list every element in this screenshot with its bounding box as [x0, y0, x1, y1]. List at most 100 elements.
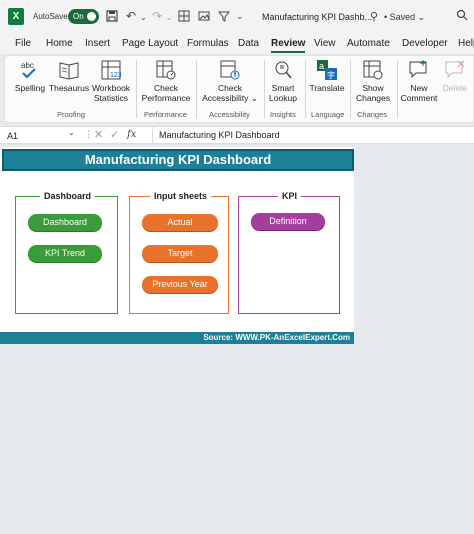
dashboard-sheet: Manufacturing KPI Dashboard Dashboard Da… [0, 147, 354, 344]
target-button[interactable]: Target [142, 245, 218, 262]
delete-label: Delete [442, 83, 468, 93]
tab-page-layout[interactable]: Page Layout [122, 38, 178, 49]
check-performance-label-2: Performance [141, 93, 191, 103]
actual-button[interactable]: Actual [142, 214, 218, 231]
delete-comment-button[interactable]: Delete [439, 59, 471, 93]
search-icon[interactable] [456, 9, 468, 24]
menu-bar: File Home Insert Page Layout Formulas Da… [0, 34, 474, 54]
check-accessibility-label-2: Accessibility ⌄ [202, 93, 258, 103]
changes-group-label: Changes [357, 110, 388, 119]
source-footer: Source: WWW.PK-AnExcelExpert.Com [0, 332, 354, 344]
tab-developer[interactable]: Developer [402, 38, 448, 49]
document-title[interactable]: Manufacturing KPI Dashb... [262, 12, 372, 22]
excel-logo-icon: X [8, 8, 24, 25]
tab-review[interactable]: Review [271, 38, 306, 53]
tab-home[interactable]: Home [46, 38, 73, 49]
accessibility-icon [199, 59, 261, 81]
language-group-label: Language [311, 110, 345, 119]
show-changes-icon [353, 59, 393, 81]
delete-comment-icon [439, 59, 471, 81]
separator [350, 60, 351, 118]
proofing-group-label: Proofing [57, 110, 85, 119]
separator [196, 60, 197, 118]
separator [397, 60, 398, 118]
book-icon [48, 59, 90, 81]
spelling-icon: abc [13, 59, 47, 81]
undo-icon[interactable]: ↶ [126, 10, 136, 22]
enter-icon[interactable]: ✓ [110, 128, 119, 141]
formula-bar: A1 ⌄ ⋮ ✕ ✓ fx Manufacturing KPI Dashboar… [0, 126, 474, 144]
performance-group-label: Performance [144, 110, 187, 119]
show-changes-button[interactable]: Show Changes [353, 59, 393, 103]
insights-group-label: Insights [270, 110, 296, 119]
undo-dropdown-icon[interactable]: ⌄ [140, 12, 147, 24]
accessibility-group-label: Accessibility [209, 110, 250, 119]
redo-icon[interactable]: ↷ [152, 10, 162, 22]
translate-icon: a字 [307, 59, 347, 81]
saved-status[interactable]: • Saved ⌄ [384, 12, 425, 23]
more-options-icon: ⋮ [84, 129, 93, 139]
title-bar: X AutoSave On ↶ ⌄ ↷ ⌄ ⌄ Manufacturing KP… [0, 0, 474, 34]
svg-text:123: 123 [110, 72, 122, 79]
tab-help[interactable]: Help [458, 38, 474, 49]
workbook-label-1: Workbook [91, 83, 131, 93]
performance-icon [139, 59, 193, 81]
autosave-label: AutoSave [33, 12, 68, 21]
tab-formulas[interactable]: Formulas [187, 38, 229, 49]
svg-text:a: a [319, 61, 324, 71]
tab-automate[interactable]: Automate [347, 38, 390, 49]
tab-view[interactable]: View [314, 38, 336, 49]
dashboard-button[interactable]: Dashboard [28, 214, 102, 231]
insert-function-icon[interactable]: fx [127, 129, 136, 140]
check-performance-label-1: Check [153, 83, 179, 93]
smart-lookup-label-1: Smart [271, 83, 295, 93]
kpi-trend-button[interactable]: KPI Trend [28, 245, 102, 262]
separator [136, 60, 137, 118]
save-icon[interactable] [106, 10, 118, 24]
statistics-icon: 123 [89, 59, 133, 81]
tab-file[interactable]: File [15, 38, 31, 49]
check-accessibility-label-1: Check [217, 83, 243, 93]
dashboard-panel-title: Dashboard [40, 191, 96, 201]
lightbulb-icon [265, 59, 301, 81]
autosave-toggle[interactable]: On [68, 9, 99, 24]
cancel-icon[interactable]: ✕ [94, 128, 103, 141]
ribbon: abc Spelling Thesaurus 123 Workbook Stat… [4, 55, 474, 123]
chevron-down-icon[interactable]: ⌄ [68, 128, 75, 137]
check-performance-button[interactable]: Check Performance [139, 59, 193, 103]
spelling-label: Spelling [14, 83, 46, 93]
svg-text:abc: abc [21, 61, 34, 70]
workbook-statistics-button[interactable]: 123 Workbook Statistics [89, 59, 133, 103]
image-icon[interactable] [198, 10, 210, 24]
user-icon[interactable]: ⚲ [370, 10, 378, 23]
new-comment-label-1: New [410, 83, 428, 93]
thesaurus-label: Thesaurus [48, 83, 90, 93]
tab-insert[interactable]: Insert [85, 38, 110, 49]
previous-year-button[interactable]: Previous Year [142, 276, 218, 293]
definition-button[interactable]: Definition [251, 213, 325, 230]
translate-label: Translate [309, 83, 345, 93]
input-sheets-panel-title: Input sheets [150, 191, 212, 201]
kpi-panel-title: KPI [278, 191, 302, 201]
show-changes-label-2: Changes [355, 93, 391, 103]
check-accessibility-button[interactable]: Check Accessibility ⌄ [199, 59, 261, 103]
formula-input[interactable]: Manufacturing KPI Dashboard [152, 127, 474, 143]
smart-lookup-button[interactable]: Smart Lookup [265, 59, 301, 103]
tab-data[interactable]: Data [238, 38, 259, 49]
show-changes-label-1: Show [362, 83, 384, 93]
spelling-button[interactable]: abc Spelling [13, 59, 47, 93]
new-comment-button[interactable]: New Comment [399, 59, 439, 103]
translate-button[interactable]: a字 Translate [307, 59, 347, 93]
new-comment-label-2: Comment [400, 93, 438, 103]
workbook-label-2: Statistics [93, 93, 128, 103]
comment-icon [399, 59, 439, 81]
smart-lookup-label-2: Lookup [269, 93, 297, 103]
more-icon[interactable]: ⌄ [236, 10, 244, 22]
table-icon[interactable] [178, 10, 190, 24]
redo-dropdown-icon[interactable]: ⌄ [166, 12, 173, 24]
dashboard-title: Manufacturing KPI Dashboard [2, 149, 354, 171]
name-box[interactable]: A1 [4, 129, 76, 143]
thesaurus-button[interactable]: Thesaurus [48, 59, 90, 93]
separator [305, 60, 306, 118]
filter-icon[interactable] [217, 10, 231, 24]
